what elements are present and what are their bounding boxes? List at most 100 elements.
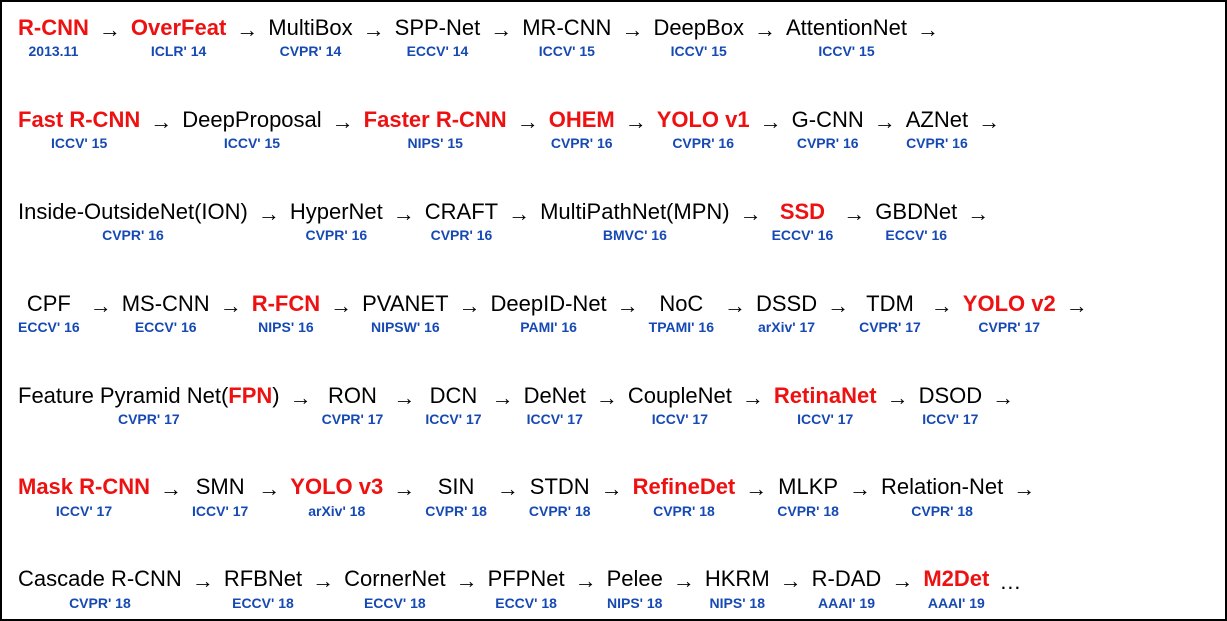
paper-venue: ICCV' 17 <box>652 412 708 427</box>
arrow-right-icon: → <box>575 567 597 593</box>
paper-name: M2Det <box>923 567 989 591</box>
paper-node: CoupleNet ICCV' 17 <box>628 384 732 428</box>
paper-node: R-CNN2013.11 <box>18 16 89 60</box>
paper-node: YOLO v2CVPR' 17 <box>963 292 1056 336</box>
paper-node: OHEMCVPR' 16 <box>549 108 615 152</box>
arrow-right-icon: → <box>456 567 478 593</box>
arrow-right-icon: → <box>160 475 182 501</box>
paper-name: RetinaNet <box>774 384 877 408</box>
timeline-row: Inside-OutsideNet(ION)CVPR' 16→HyperNetC… <box>14 200 1215 244</box>
paper-venue: CVPR' 18 <box>529 504 591 519</box>
paper-venue: ECCV' 18 <box>232 596 294 611</box>
paper-name: CornerNet <box>344 567 445 591</box>
paper-name: HyperNet <box>290 200 383 224</box>
paper-venue: CVPR' 17 <box>322 412 384 427</box>
timeline-row: Mask R-CNNICCV' 17→SMNICCV' 17→YOLO v3ar… <box>14 475 1215 519</box>
paper-name: CRAFT <box>425 200 498 224</box>
arrow-right-icon: → <box>312 567 334 593</box>
paper-node: R-DADAAAI' 19 <box>812 567 882 611</box>
paper-node: RFBNet ECCV' 18 <box>224 567 302 611</box>
paper-venue: ECCV' 18 <box>495 596 557 611</box>
arrow-right-icon: → <box>363 16 385 42</box>
paper-venue: ICCV' 15 <box>818 44 874 59</box>
arrow-right-icon: → <box>601 475 623 501</box>
paper-node: HyperNetCVPR' 16 <box>290 200 383 244</box>
paper-name: RefineDet <box>633 475 736 499</box>
paper-venue: CVPR' 16 <box>797 136 859 151</box>
paper-name: MR-CNN <box>522 16 611 40</box>
paper-name: SSD <box>780 200 825 224</box>
paper-node: DeepID-NetPAMI' 16 <box>491 292 607 336</box>
paper-name: DSSD <box>756 292 817 316</box>
timeline-row: Cascade R-CNNCVPR' 18→RFBNetECCV' 18→Cor… <box>14 567 1215 611</box>
paper-name: DeepProposal <box>182 108 321 132</box>
paper-name: PFPNet <box>488 567 565 591</box>
arrow-right-icon: → <box>517 108 539 134</box>
paper-name: R-DAD <box>812 567 882 591</box>
paper-node: DSSDarXiv' 17 <box>756 292 817 336</box>
paper-node: DeepBoxICCV' 15 <box>653 16 744 60</box>
arrow-right-icon: → <box>891 567 913 593</box>
arrow-right-icon: → <box>874 108 896 134</box>
paper-venue: ICCV' 17 <box>922 412 978 427</box>
arrow-right-icon: → <box>492 384 514 410</box>
paper-name: DSOD <box>919 384 983 408</box>
paper-node: Relation-NetCVPR' 18 <box>881 475 1003 519</box>
paper-venue: ICCV' 15 <box>671 44 727 59</box>
arrow-right-icon: → <box>754 16 776 42</box>
timeline-row: R-CNN2013.11→OverFeatICLR' 14→MultiBoxCV… <box>14 16 1215 60</box>
arrow-right-icon: → <box>393 384 415 410</box>
arrow-right-icon: → <box>967 200 989 226</box>
arrow-right-icon: → <box>849 475 871 501</box>
paper-venue: CVPR' 16 <box>102 228 164 243</box>
arrow-right-icon: → <box>740 200 762 226</box>
arrow-right-icon: → <box>978 108 1000 134</box>
paper-name: OHEM <box>549 108 615 132</box>
paper-name: R-CNN <box>18 16 89 40</box>
arrow-right-icon: → <box>258 200 280 226</box>
paper-node: AZNetCVPR' 16 <box>906 108 968 152</box>
paper-node: CRAFT CVPR' 16 <box>425 200 498 244</box>
paper-venue: NIPS' 18 <box>710 596 765 611</box>
paper-venue: ICCV' 15 <box>539 44 595 59</box>
arrow-right-icon: → <box>621 16 643 42</box>
paper-name: Pelee <box>607 567 663 591</box>
paper-venue: NIPS' 15 <box>407 136 462 151</box>
arrow-right-icon: → <box>760 108 782 134</box>
paper-name: TDM <box>866 292 914 316</box>
paper-venue: ICCV' 17 <box>797 412 853 427</box>
paper-node: DCNICCV' 17 <box>425 384 481 428</box>
paper-name: PVANET <box>362 292 448 316</box>
paper-name: MultiPathNet(MPN) <box>540 200 729 224</box>
paper-node: DeepProposal ICCV' 15 <box>182 108 321 152</box>
arrow-right-icon: → <box>992 384 1014 410</box>
paper-venue: CVPR' 16 <box>431 228 493 243</box>
arrow-right-icon: → <box>827 292 849 318</box>
paper-venue: ECCV' 14 <box>407 44 469 59</box>
paper-venue: ICLR' 14 <box>151 44 206 59</box>
paper-name: SIN <box>438 475 475 499</box>
paper-node: PeleeNIPS' 18 <box>607 567 663 611</box>
paper-node: SPP-NetECCV' 14 <box>395 16 481 60</box>
paper-venue: CVPR' 14 <box>280 44 342 59</box>
paper-node: YOLO v1CVPR' 16 <box>657 108 750 152</box>
paper-node: SMNICCV' 17 <box>192 475 248 519</box>
paper-venue: ECCV' 16 <box>885 228 947 243</box>
paper-venue: ECCV' 16 <box>135 320 197 335</box>
arrow-right-icon: → <box>917 16 939 42</box>
paper-venue: CVPR' 18 <box>69 596 131 611</box>
paper-node: STDNCVPR' 18 <box>529 475 591 519</box>
paper-name: MLKP <box>778 475 838 499</box>
paper-name: RFBNet <box>224 567 302 591</box>
arrow-right-icon: → <box>332 108 354 134</box>
paper-venue: TPAMI' 16 <box>649 320 714 335</box>
arrow-right-icon: → <box>90 292 112 318</box>
paper-venue: ICCV' 15 <box>224 136 280 151</box>
paper-venue: CVPR' 18 <box>425 504 487 519</box>
paper-name: YOLO v3 <box>290 475 383 499</box>
paper-name: Mask R-CNN <box>18 475 150 499</box>
paper-venue: NIPSW' 16 <box>371 320 440 335</box>
paper-name: CoupleNet <box>628 384 732 408</box>
arrow-right-icon: → <box>220 292 242 318</box>
paper-venue: ECCV' 18 <box>364 596 426 611</box>
